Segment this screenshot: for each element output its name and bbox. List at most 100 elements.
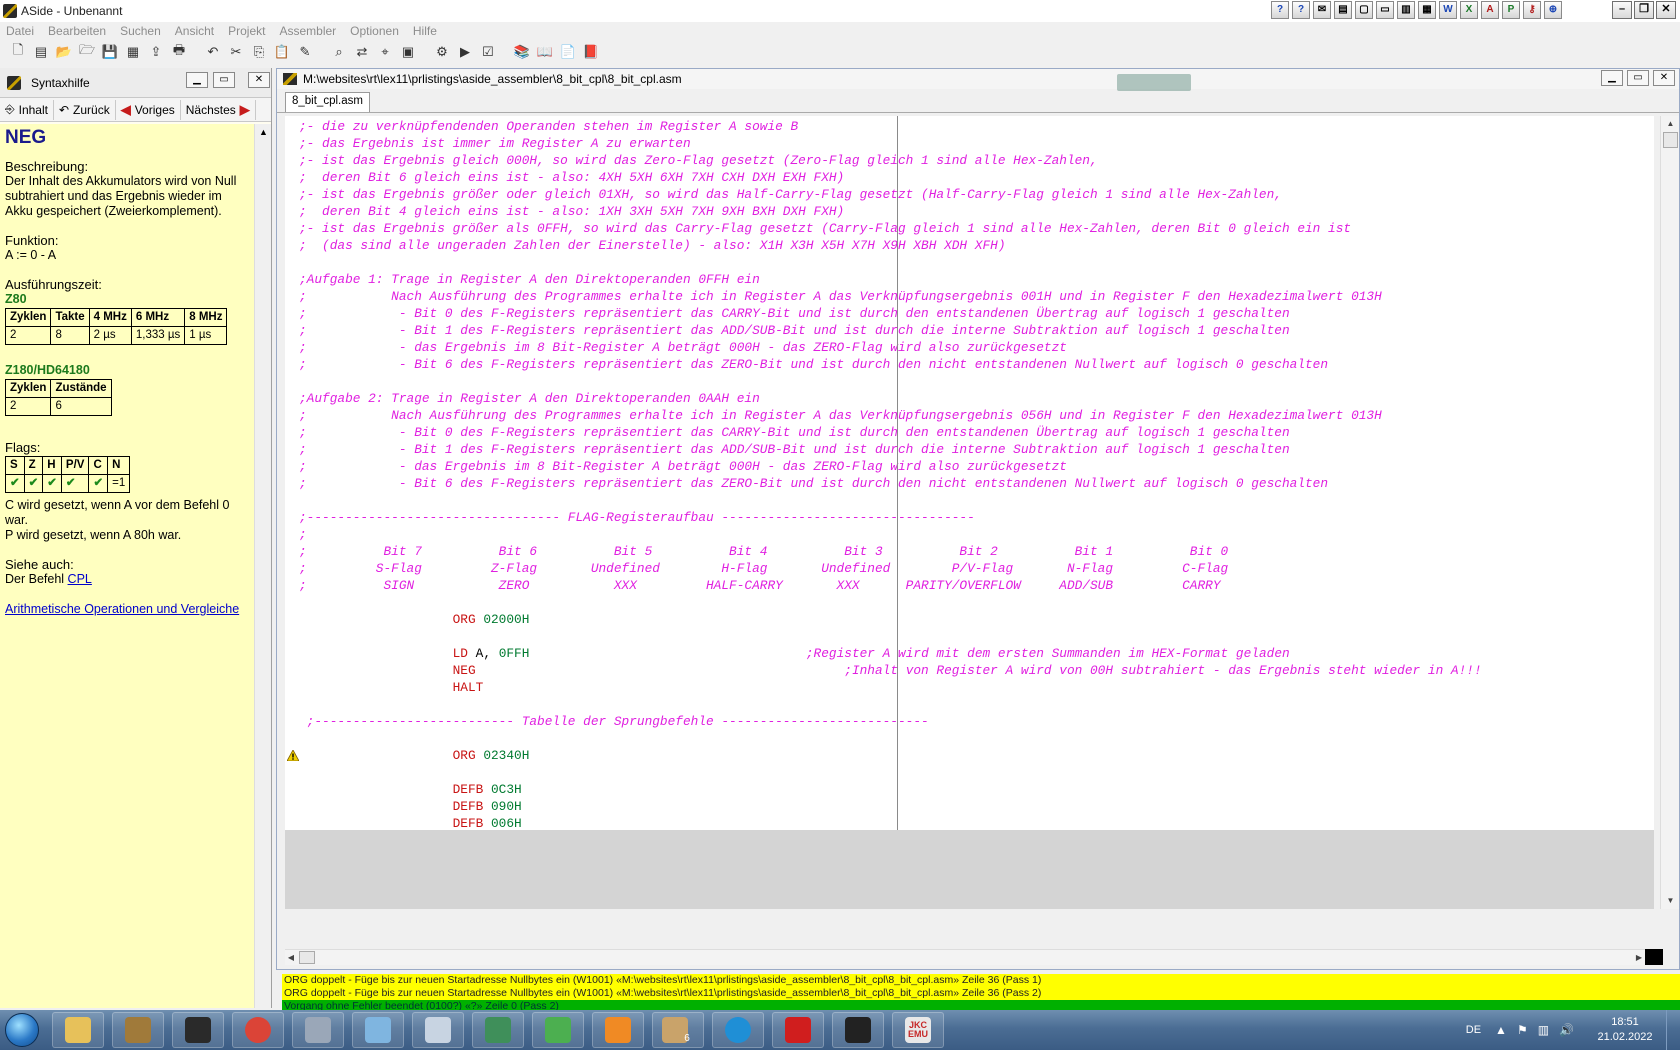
card-icon[interactable]: ▭: [1376, 1, 1394, 19]
menu-assembler[interactable]: Assembler: [279, 24, 336, 38]
save-all-icon[interactable]: ▦: [123, 42, 143, 62]
taskbar-app-app-globe[interactable]: [472, 1012, 524, 1048]
find-icon[interactable]: ⌕: [329, 42, 349, 62]
new-document-icon[interactable]: ▤: [31, 42, 51, 62]
editor-minimize-button[interactable]: ▁: [1601, 70, 1623, 86]
open-file-icon[interactable]: 📂: [54, 42, 74, 62]
scroll-up-icon[interactable]: ▲: [1661, 116, 1680, 132]
word-icon[interactable]: W: [1439, 1, 1457, 19]
books-icon[interactable]: 📚: [512, 42, 532, 62]
editor-hscrollbar[interactable]: ◀ ▶: [285, 949, 1645, 965]
help-minimize-button[interactable]: ▁: [186, 72, 208, 88]
show-desktop-button[interactable]: [1666, 1010, 1680, 1050]
taskbar-app-jkc-emu[interactable]: JKC EMU: [892, 1012, 944, 1048]
tray-up-icon[interactable]: ▲: [1495, 1023, 1507, 1037]
goto-icon[interactable]: ⌖: [375, 42, 395, 62]
menu-bearbeiten[interactable]: Bearbeiten: [48, 24, 106, 38]
print-icon[interactable]: 🖶: [169, 42, 189, 62]
editor-restore-button[interactable]: ▭: [1627, 70, 1649, 86]
export-icon[interactable]: ⇪: [146, 42, 166, 62]
undo-icon[interactable]: ↶: [203, 42, 223, 62]
taskbar-app-app-tool[interactable]: [292, 1012, 344, 1048]
taskbar-app-app-pl[interactable]: [772, 1012, 824, 1048]
close-button[interactable]: ✕: [1656, 1, 1676, 19]
clock[interactable]: 18:51 21.02.2022: [1584, 1015, 1666, 1045]
network-icon[interactable]: ▥: [1538, 1023, 1549, 1037]
z180-timing-table: Zyklen Zustände 26: [4, 379, 112, 416]
help-restore-button[interactable]: ▭: [213, 72, 235, 88]
new-file-icon[interactable]: 🗋: [8, 42, 28, 62]
taskbar-app-paint[interactable]: 6: [652, 1012, 704, 1048]
warning-icon[interactable]: [287, 750, 299, 761]
project-icon[interactable]: P: [1502, 1, 1520, 19]
scroll-right-icon[interactable]: ▶: [1633, 950, 1645, 966]
calculator-icon[interactable]: ▣: [398, 42, 418, 62]
message-line[interactable]: ORG doppelt - Füge bis zur neuen Startad…: [282, 974, 1680, 987]
taskbar-app-aside-ide[interactable]: [172, 1012, 224, 1048]
open-project-icon[interactable]: 🗁: [77, 42, 97, 62]
taskbar-app-edge[interactable]: [712, 1012, 764, 1048]
scroll-down-icon[interactable]: ▼: [1661, 893, 1680, 909]
pages-icon[interactable]: ▥: [1397, 1, 1415, 19]
editor-close-button[interactable]: ✕: [1653, 70, 1675, 86]
check-icon[interactable]: ☑: [478, 42, 498, 62]
access-icon[interactable]: A: [1481, 1, 1499, 19]
excel-icon[interactable]: X: [1460, 1, 1478, 19]
arith-ops-link[interactable]: Arithmetische Operationen und Vergleiche: [5, 602, 250, 617]
taskbar-app-calculator[interactable]: [412, 1012, 464, 1048]
menu-ansicht[interactable]: Ansicht: [175, 24, 214, 38]
menu-suchen[interactable]: Suchen: [120, 24, 161, 38]
taskbar-app-app-compass[interactable]: [112, 1012, 164, 1048]
volume-icon[interactable]: 🔊: [1559, 1023, 1574, 1037]
taskbar-app-media-player[interactable]: [592, 1012, 644, 1048]
clipboard-icon[interactable]: ▢: [1355, 1, 1373, 19]
start-button[interactable]: [0, 1010, 44, 1050]
message-line[interactable]: ORG doppelt - Füge bis zur neuen Startad…: [282, 987, 1680, 1000]
flag-icon[interactable]: ⚑: [1517, 1023, 1528, 1037]
note-icon[interactable]: ▤: [1334, 1, 1352, 19]
scroll-up-icon[interactable]: ▲: [255, 124, 272, 141]
run-icon[interactable]: ▶: [455, 42, 475, 62]
menu-projekt[interactable]: Projekt: [228, 24, 265, 38]
taskbar-app-app-notes[interactable]: [352, 1012, 404, 1048]
cpl-link[interactable]: CPL: [68, 572, 92, 586]
menu-hilfe[interactable]: Hilfe: [413, 24, 437, 38]
replace-icon[interactable]: ⇄: [352, 42, 372, 62]
help-close-button[interactable]: ✕: [248, 72, 270, 88]
minimize-button[interactable]: –: [1612, 1, 1632, 19]
taskbar-app-aside-ide-2[interactable]: [832, 1012, 884, 1048]
mail-icon[interactable]: ✉: [1313, 1, 1331, 19]
language-indicator[interactable]: DE: [1466, 1024, 1481, 1036]
menu-optionen[interactable]: Optionen: [350, 24, 399, 38]
copy-icon[interactable]: ⎘: [249, 42, 269, 62]
editor-vscrollbar[interactable]: ▲ ▼: [1660, 116, 1679, 909]
taskbar-app-file-explorer[interactable]: [52, 1012, 104, 1048]
book-open-icon[interactable]: 📖: [535, 42, 555, 62]
edit-icon[interactable]: ✎: [295, 42, 315, 62]
help-back-button[interactable]: ↶ Zurück: [54, 99, 116, 120]
paste-icon[interactable]: 📋: [272, 42, 292, 62]
help-context-icon[interactable]: ?: [1292, 1, 1310, 19]
help-prev-button[interactable]: ◀ Voriges: [116, 99, 181, 120]
taskbar-app-chrome[interactable]: [232, 1012, 284, 1048]
book-icon[interactable]: ▦: [1418, 1, 1436, 19]
tab-8-bit-cpl[interactable]: 8_bit_cpl.asm: [285, 92, 370, 112]
globe-icon[interactable]: ⊕: [1544, 1, 1562, 19]
list-icon[interactable]: 📄: [558, 42, 578, 62]
menu-datei[interactable]: Datei: [6, 24, 34, 38]
help-scrollbar[interactable]: ▲: [254, 124, 271, 1008]
hscroll-thumb[interactable]: [299, 951, 315, 964]
code-editor[interactable]: ;- die zu verknüpfendenden Operanden ste…: [285, 116, 1654, 909]
cut-icon[interactable]: ✂: [226, 42, 246, 62]
assemble-icon[interactable]: ⚙: [432, 42, 452, 62]
scroll-left-icon[interactable]: ◀: [285, 950, 297, 966]
help-contents-button[interactable]: ⎆ Inhalt: [0, 99, 54, 120]
vscroll-thumb[interactable]: [1663, 132, 1678, 148]
save-icon[interactable]: 💾: [100, 42, 120, 62]
restore-button[interactable]: ❐: [1634, 1, 1654, 19]
pdf-icon[interactable]: 📕: [581, 42, 601, 62]
key-icon[interactable]: ⚷: [1523, 1, 1541, 19]
help-next-button[interactable]: Nächstes ▶: [181, 99, 256, 120]
help-icon[interactable]: ?: [1271, 1, 1289, 19]
taskbar-app-app-green[interactable]: [532, 1012, 584, 1048]
